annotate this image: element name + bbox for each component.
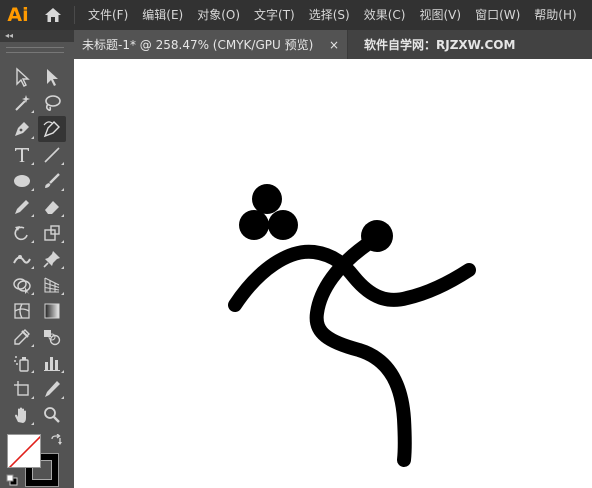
ellipse-tool[interactable] — [8, 168, 36, 194]
menu-window[interactable]: 窗口(W) — [468, 0, 527, 30]
width-icon — [13, 255, 31, 264]
rotate-icon — [14, 226, 28, 241]
swap-fill-stroke-icon[interactable] — [50, 434, 62, 448]
shape-builder-icon — [13, 278, 31, 294]
line-segment-icon — [44, 147, 60, 163]
menu-file[interactable]: 文件(F) — [81, 0, 135, 30]
juggled-balls — [239, 184, 298, 240]
menu-edit[interactable]: 编辑(E) — [135, 0, 190, 30]
selection-tool[interactable] — [8, 64, 36, 90]
menu-type[interactable]: 文字(T) — [247, 0, 302, 30]
hand-icon — [15, 407, 26, 423]
menu-help[interactable]: 帮助(H) — [527, 0, 583, 30]
eyedropper-icon — [14, 329, 30, 345]
selection-arrow-icon — [16, 67, 30, 87]
default-fill-stroke-icon[interactable] — [6, 474, 18, 486]
none-fill-slash-icon — [8, 435, 40, 467]
paintbrush-tool[interactable] — [38, 168, 66, 194]
ellipse-icon — [14, 175, 30, 187]
artboard-icon — [14, 381, 29, 396]
close-tab-button[interactable]: × — [329, 38, 339, 52]
home-icon — [45, 8, 61, 22]
menu-select[interactable]: 选择(S) — [302, 0, 357, 30]
magic-wand-tool[interactable] — [8, 90, 36, 116]
mesh-tool[interactable] — [8, 298, 36, 324]
ball-top — [252, 184, 282, 214]
shaper-tool[interactable] — [8, 194, 36, 220]
blend-icon — [44, 330, 61, 346]
magic-wand-icon — [15, 95, 30, 111]
site-watermark-label: 软件自学网：RJZXW.COM — [364, 38, 516, 52]
menu-separator — [74, 6, 75, 24]
blend-tool[interactable] — [38, 324, 66, 350]
direct-selection-tool[interactable] — [38, 64, 66, 90]
gradient-tool[interactable] — [38, 298, 66, 324]
gradient-icon — [44, 303, 60, 319]
direct-selection-arrow-icon — [47, 69, 58, 86]
artboard-tool[interactable] — [8, 376, 36, 402]
app-logo: Ai — [7, 4, 29, 26]
figure-limbs — [228, 234, 476, 467]
eraser-icon — [45, 201, 59, 214]
paintbrush-icon — [45, 173, 60, 188]
lasso-icon — [45, 95, 61, 111]
symbol-sprayer-icon — [14, 356, 29, 372]
athlete-pictogram[interactable] — [74, 59, 592, 488]
puppet-warp-tool[interactable] — [38, 246, 66, 272]
hand-tool[interactable] — [8, 402, 36, 428]
eyedropper-tool[interactable] — [8, 324, 36, 350]
document-tab-title: 未标题-1* @ 258.47% (CMYK/GPU 预览) — [82, 38, 314, 52]
column-graph-icon — [44, 357, 60, 371]
shape-builder-tool[interactable] — [8, 272, 36, 298]
symbol-sprayer-tool[interactable] — [8, 350, 36, 376]
pencil-icon — [15, 200, 29, 214]
collapse-panel-button[interactable]: ◂◂ — [0, 30, 74, 42]
slice-tool[interactable] — [38, 376, 66, 402]
tools-panel: ◂◂ — [0, 30, 74, 488]
eraser-tool[interactable] — [38, 194, 66, 220]
menu-view[interactable]: 视图(V) — [412, 0, 468, 30]
panel-grip[interactable] — [6, 47, 64, 53]
home-button[interactable] — [36, 0, 70, 30]
column-graph-tool[interactable] — [38, 350, 66, 376]
pen-nib-icon — [15, 122, 29, 136]
curvature-tool[interactable] — [38, 116, 66, 142]
curvature-pen-icon — [43, 121, 60, 138]
pen-tool[interactable] — [8, 116, 36, 142]
type-t-icon — [15, 148, 29, 162]
rotate-tool[interactable] — [8, 220, 36, 246]
fill-swatch[interactable] — [7, 434, 41, 468]
line-segment-tool[interactable] — [38, 142, 66, 168]
pushpin-icon — [43, 251, 60, 268]
artboard-canvas[interactable] — [74, 59, 592, 488]
menu-effect[interactable]: 效果(C) — [357, 0, 413, 30]
lasso-tool[interactable] — [38, 90, 66, 116]
menu-object[interactable]: 对象(O) — [190, 0, 247, 30]
ball-left — [239, 210, 269, 240]
type-tool[interactable] — [8, 142, 36, 168]
document-tab[interactable]: 未标题-1* @ 258.47% (CMYK/GPU 预览) × — [74, 30, 348, 59]
scale-icon — [44, 225, 60, 241]
menu-bar: Ai 文件(F) 编辑(E) 对象(O) 文字(T) 选择(S) 效果(C) 视… — [0, 0, 592, 30]
scale-tool[interactable] — [38, 220, 66, 246]
perspective-grid-icon — [44, 277, 60, 293]
magnifier-icon — [44, 407, 60, 423]
zoom-tool[interactable] — [38, 402, 66, 428]
figure-torso-leg — [309, 234, 412, 467]
document-tab-bar: 未标题-1* @ 258.47% (CMYK/GPU 预览) × 软件自学网：R… — [74, 30, 592, 59]
perspective-grid-tool[interactable] — [38, 272, 66, 298]
slice-knife-icon — [45, 381, 60, 397]
width-tool[interactable] — [8, 246, 36, 272]
mesh-icon — [14, 303, 30, 319]
ball-right — [268, 210, 298, 240]
